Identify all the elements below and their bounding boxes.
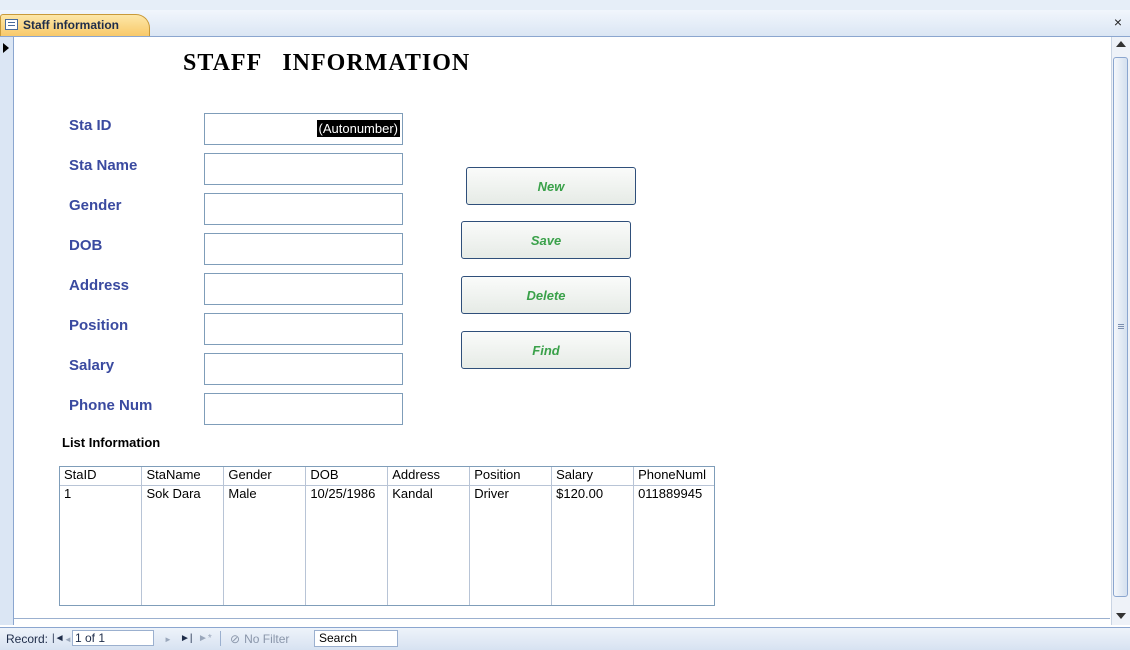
scroll-down-arrow-icon[interactable] (1116, 613, 1126, 619)
next-record-icon[interactable]: ► (164, 632, 172, 647)
nav-divider (220, 631, 221, 646)
label-sta-name: Sta Name (69, 157, 138, 174)
scroll-up-arrow-icon[interactable] (1116, 41, 1126, 47)
record-label: Record: (6, 632, 49, 646)
label-address: Address (69, 277, 130, 294)
list-row[interactable]: 1 Sok Dara Male 10/25/1986 Kandal Driver… (60, 485, 714, 503)
dob-field[interactable] (204, 233, 403, 265)
scrollbar-thumb[interactable] (1113, 57, 1128, 597)
filter-indicator[interactable]: ⊘ No Filter (230, 632, 289, 646)
phone-num-field[interactable] (204, 393, 403, 425)
list-cell: Sok Dara (141, 485, 225, 503)
column-header: DOB (305, 467, 389, 486)
close-icon[interactable]: × (1114, 14, 1122, 30)
tab-staff-information[interactable]: Staff information (0, 14, 150, 36)
page-title: STAFF INFORMATION (183, 50, 471, 76)
list-cell: Male (223, 485, 307, 503)
delete-button[interactable]: Delete (461, 276, 631, 314)
list-cell: $120.00 (551, 485, 635, 503)
label-sta-id: Sta ID (69, 117, 112, 134)
current-record-pointer-icon (3, 43, 9, 53)
form-bottom-divider (14, 618, 1110, 619)
save-button[interactable]: Save (461, 221, 631, 259)
list-cell: Driver (469, 485, 553, 503)
new-button[interactable]: New (466, 167, 636, 205)
column-header: Address (387, 467, 471, 486)
tab-label: Staff information (23, 18, 119, 32)
filter-label: No Filter (244, 632, 290, 646)
label-salary: Salary (69, 357, 115, 374)
staff-list-table: StaID StaName Gender DOB Address Positio… (60, 467, 714, 605)
sta-id-value: (Autonumber) (316, 120, 400, 137)
column-header: Position (469, 467, 553, 486)
label-dob: DOB (69, 237, 103, 254)
record-selector[interactable] (0, 37, 14, 625)
column-header: Gender (223, 467, 307, 486)
list-cell: 011889945 (633, 485, 714, 503)
address-field[interactable] (204, 273, 403, 305)
ribbon-strip (0, 0, 1130, 10)
label-gender: Gender (69, 197, 122, 214)
gender-field[interactable] (204, 193, 403, 225)
column-header: PhoneNuml (633, 467, 714, 486)
list-empty-area (60, 503, 714, 605)
column-header: Salary (551, 467, 635, 486)
record-position-input[interactable]: 1 of 1 (72, 630, 154, 646)
document-tab-bar: Staff information × (0, 10, 1130, 37)
list-cell: 10/25/1986 (305, 485, 389, 503)
form-icon (5, 19, 18, 30)
last-record-icon[interactable]: ►| (180, 631, 193, 646)
label-position: Position (69, 317, 129, 334)
salary-field[interactable] (204, 353, 403, 385)
sta-id-field[interactable]: (Autonumber) (204, 113, 403, 145)
list-header-row: StaID StaName Gender DOB Address Positio… (60, 467, 714, 486)
list-cell: 1 (60, 485, 143, 503)
grip-icon (1118, 324, 1124, 325)
first-record-icon[interactable]: |◄ (52, 631, 65, 646)
search-input[interactable]: Search (314, 630, 398, 647)
previous-record-icon[interactable]: ◄ (64, 632, 72, 647)
sta-name-field[interactable] (204, 153, 403, 185)
list-heading: List Information (62, 435, 161, 450)
label-phone-num: Phone Num (69, 397, 153, 414)
column-header: StaName (141, 467, 225, 486)
vertical-scrollbar[interactable] (1111, 37, 1130, 625)
new-record-icon[interactable]: ►* (198, 631, 212, 646)
column-header: StaID (60, 467, 143, 486)
position-field[interactable] (204, 313, 403, 345)
staff-list-box[interactable]: StaID StaName Gender DOB Address Positio… (59, 466, 715, 606)
find-button[interactable]: Find (461, 331, 631, 369)
filter-icon: ⊘ (230, 632, 241, 646)
list-cell: Kandal (387, 485, 471, 503)
record-navigation-bar: Record: |◄ ◄ 1 of 1 ► ►| ►* ⊘ No Filter S… (0, 627, 1130, 650)
